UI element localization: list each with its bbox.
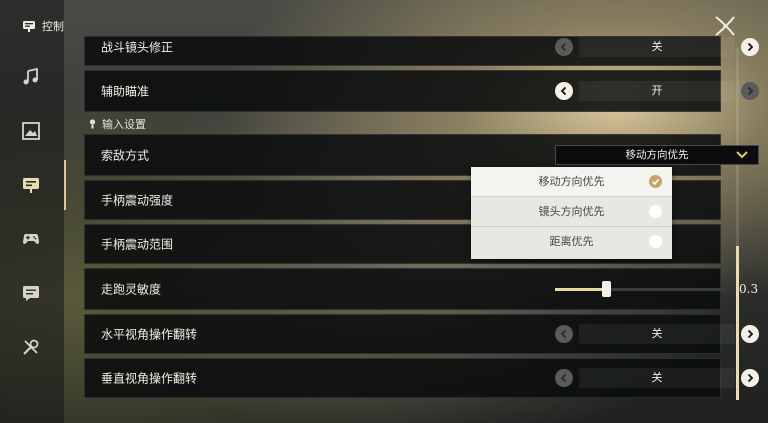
dropdown-option[interactable]: 移动方向优先 (471, 167, 672, 197)
image-icon (22, 122, 40, 140)
prev-button[interactable] (555, 82, 573, 100)
chevron-right-icon (747, 373, 754, 383)
prev-button[interactable] (555, 369, 573, 387)
row-label: 手柄震动强度 (101, 193, 174, 208)
row-invert-horizontal: 水平视角操作翻转 关 (84, 314, 759, 354)
dropdown-option[interactable]: 距离优先 (471, 227, 672, 257)
chevron-left-icon (560, 86, 567, 96)
sidebar-title: 控制 (22, 18, 64, 34)
toggle-value: 关 (579, 324, 735, 344)
invert-horizontal-toggle[interactable]: 关 (555, 324, 759, 344)
check-icon (649, 175, 662, 188)
row-invert-vertical: 垂直视角操作翻转 关 (84, 358, 759, 398)
sidebar-item-gamepad[interactable] (20, 228, 42, 250)
control-icon (23, 21, 35, 32)
row-label: 战斗镜头修正 (101, 40, 174, 55)
row-label: 水平视角操作翻转 (101, 327, 198, 342)
aim-assist-toggle[interactable]: 开 (555, 81, 759, 101)
next-button[interactable] (741, 325, 759, 343)
section-title: 输入设置 (102, 118, 146, 131)
prev-button[interactable] (555, 325, 573, 343)
sidebar-item-controls[interactable] (20, 160, 66, 210)
toggle-value: 关 (579, 368, 735, 388)
sidebar-item-graphics[interactable] (20, 120, 42, 142)
close-icon (715, 16, 735, 36)
chevron-right-icon (747, 86, 754, 96)
sidebar-item-other[interactable] (20, 336, 42, 358)
slider-value: 0.3 (739, 282, 759, 296)
next-button[interactable] (741, 369, 759, 387)
option-label: 移动方向优先 (538, 175, 605, 188)
section-heading: 输入设置 (88, 116, 146, 132)
row-label: 辅助瞄准 (101, 84, 150, 99)
chat-icon (23, 286, 39, 301)
gamepad-icon (23, 234, 39, 244)
row-label: 索敌方式 (101, 148, 150, 163)
radio-empty-icon (649, 235, 662, 248)
chevron-left-icon (560, 373, 567, 383)
select-value: 移动方向优先 (625, 149, 689, 161)
next-button[interactable] (741, 82, 759, 100)
row-label: 垂直视角操作翻转 (101, 371, 198, 386)
prev-button[interactable] (555, 38, 573, 56)
sidebar-item-chat[interactable] (20, 282, 42, 304)
target-mode-select[interactable]: 移动方向优先 (555, 145, 759, 165)
tools-icon (23, 339, 39, 355)
person-icon (89, 119, 96, 129)
target-mode-dropdown: 移动方向优先 镜头方向优先 距离优先 (471, 167, 672, 259)
toggle-value: 关 (579, 37, 735, 57)
chevron-right-icon (747, 329, 754, 339)
row-label: 走跑灵敏度 (101, 282, 162, 297)
invert-vertical-toggle[interactable]: 关 (555, 368, 759, 388)
row-camera-correction: 战斗镜头修正 关 (84, 36, 759, 66)
camera-correction-toggle[interactable]: 关 (555, 37, 759, 57)
row-label: 手柄震动范围 (101, 237, 174, 252)
sidebar-title-label: 控制 (42, 20, 64, 33)
sidebar: 控制 (0, 0, 66, 423)
chevron-left-icon (560, 329, 567, 339)
slider-fill (555, 288, 606, 291)
music-note-icon (23, 67, 38, 85)
slider-handle[interactable] (602, 281, 611, 297)
close-button[interactable] (713, 14, 737, 38)
chevron-right-icon (747, 42, 754, 52)
dropdown-option[interactable]: 镜头方向优先 (471, 197, 672, 227)
control-icon (23, 178, 39, 193)
chevron-left-icon (560, 42, 567, 52)
option-label: 距离优先 (549, 235, 594, 248)
radio-empty-icon (649, 205, 662, 218)
run-sensitivity-slider[interactable] (555, 281, 725, 297)
sidebar-item-audio[interactable] (20, 66, 42, 88)
option-label: 镜头方向优先 (538, 205, 605, 218)
chevron-down-icon (736, 151, 748, 159)
next-button[interactable] (741, 38, 759, 56)
row-aim-assist: 辅助瞄准 开 (84, 70, 759, 112)
toggle-value: 开 (579, 81, 735, 101)
row-run-sensitivity: 走跑灵敏度 0.3 (84, 268, 758, 310)
